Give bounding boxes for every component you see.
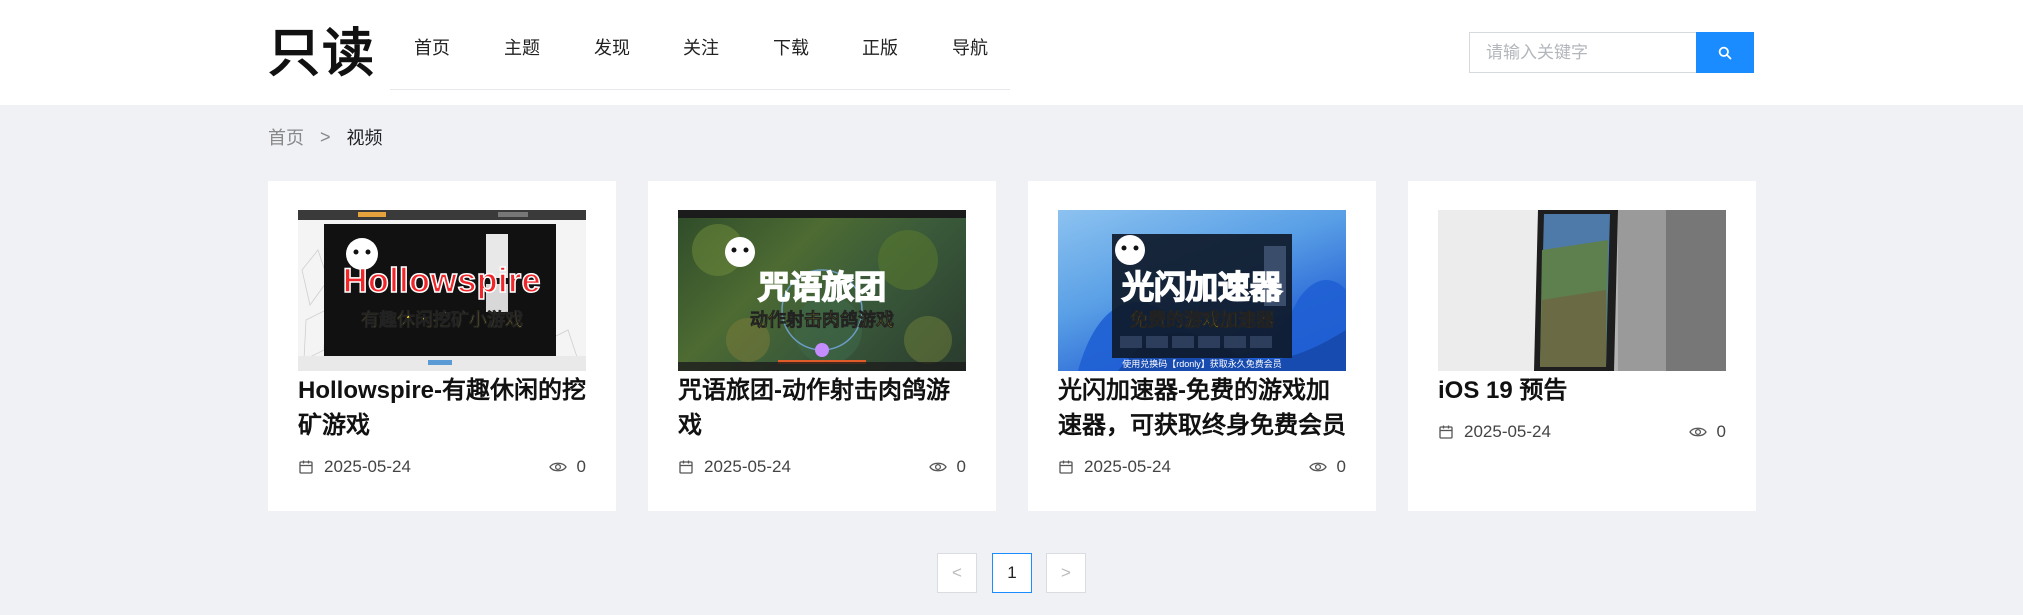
nav-item-follow[interactable]: 关注 [683,34,719,60]
card-views: 0 [928,457,966,477]
card-title[interactable]: iOS 19 预告 [1438,373,1726,408]
nav-item-home[interactable]: 首页 [414,34,450,60]
video-thumbnail[interactable]: Hollowspire 有趣休闲挖矿小游戏 [298,210,586,371]
breadcrumb-home-link[interactable]: 首页 [268,124,304,150]
card-title[interactable]: 光闪加速器-免费的游戏加速器，可获取终身免费会员 [1058,373,1346,443]
card-date-text: 2025-05-24 [324,457,411,476]
video-thumbnail[interactable] [1438,210,1726,371]
site-logo[interactable]: 只读 [268,25,376,83]
card-views-count: 0 [1716,422,1726,441]
pagination-prev-button[interactable]: < [937,553,977,593]
search-icon [1718,46,1732,59]
calendar-icon [1439,425,1453,439]
card-views-count: 0 [956,457,966,476]
card-date-text: 2025-05-24 [1084,457,1171,476]
search-button[interactable] [1696,32,1754,73]
chevron-left-icon: < [952,563,962,582]
nav-item-navigation[interactable]: 导航 [952,34,988,60]
eye-icon [1308,462,1327,472]
thumbnail-subtitle: 动作射击肉鸽游戏 [750,310,895,331]
card-views: 0 [548,457,586,477]
thumbnail-title: Hollowspire [342,261,542,301]
thumbnail-title: 咒语旅团 [757,268,887,306]
thumbnail-title: 光闪加速器 [1121,268,1283,306]
card-date-text: 2025-05-24 [704,457,791,476]
main-nav: 首页 主题 发现 关注 下载 正版 导航 [390,22,1010,90]
video-card[interactable]: iOS 19 预告 2025-05-24 0 [1408,181,1756,511]
video-card[interactable]: 咒语旅团 动作射击肉鸽游戏 咒语旅团-动作射击肉鸽游戏 2025-05-24 0 [648,181,996,511]
card-title[interactable]: 咒语旅团-动作射击肉鸽游戏 [678,373,966,443]
card-views: 0 [1688,422,1726,442]
breadcrumb: 首页 > 视频 [268,124,383,150]
search-input[interactable] [1469,32,1696,73]
video-thumbnail[interactable]: 光闪加速器 免费的游戏加速器 使用兑换码【rdonly】获取永久免费会员 [1058,210,1346,371]
thumbnail-caption: 使用兑换码【rdonly】获取永久免费会员 [1122,359,1282,369]
thumbnail-subtitle: 免费的游戏加速器 [1130,310,1275,331]
breadcrumb-separator: > [320,126,331,147]
card-date: 2025-05-24 [298,457,411,477]
site-header: 只读 首页 主题 发现 关注 下载 正版 导航 [0,0,2023,105]
card-date-text: 2025-05-24 [1464,422,1551,441]
card-title[interactable]: Hollowspire-有趣休闲的挖矿游戏 [298,373,586,443]
breadcrumb-current: 视频 [346,128,383,148]
card-meta: 2025-05-24 0 [678,457,966,481]
video-card[interactable]: Hollowspire 有趣休闲挖矿小游戏 Hollowspire-有趣休闲的挖… [268,181,616,511]
pagination-page-number: 1 [1007,563,1017,582]
chevron-right-icon: > [1061,563,1071,582]
card-date: 2025-05-24 [1058,457,1171,477]
card-views-count: 0 [1336,457,1346,476]
eye-icon [928,462,947,472]
card-date: 2025-05-24 [678,457,791,477]
nav-item-topics[interactable]: 主题 [504,34,540,60]
calendar-icon [1059,460,1073,474]
pagination-page-button[interactable]: 1 [992,553,1032,593]
card-meta: 2025-05-24 0 [1438,422,1726,446]
pagination-next-button[interactable]: > [1046,553,1086,593]
video-card[interactable]: 光闪加速器 免费的游戏加速器 使用兑换码【rdonly】获取永久免费会员 光闪加… [1028,181,1376,511]
eye-icon [1688,427,1707,437]
nav-item-download[interactable]: 下载 [773,34,809,60]
card-date: 2025-05-24 [1438,422,1551,442]
card-views: 0 [1308,457,1346,477]
calendar-icon [299,460,313,474]
eye-icon [548,462,567,472]
thumbnail-subtitle: 有趣休闲挖矿小游戏 [361,310,524,331]
video-thumbnail[interactable]: 咒语旅团 动作射击肉鸽游戏 [678,210,966,371]
card-views-count: 0 [576,457,586,476]
card-meta: 2025-05-24 0 [298,457,586,481]
nav-item-genuine[interactable]: 正版 [862,34,898,60]
calendar-icon [679,460,693,474]
card-meta: 2025-05-24 0 [1058,457,1346,481]
nav-item-discover[interactable]: 发现 [594,34,630,60]
